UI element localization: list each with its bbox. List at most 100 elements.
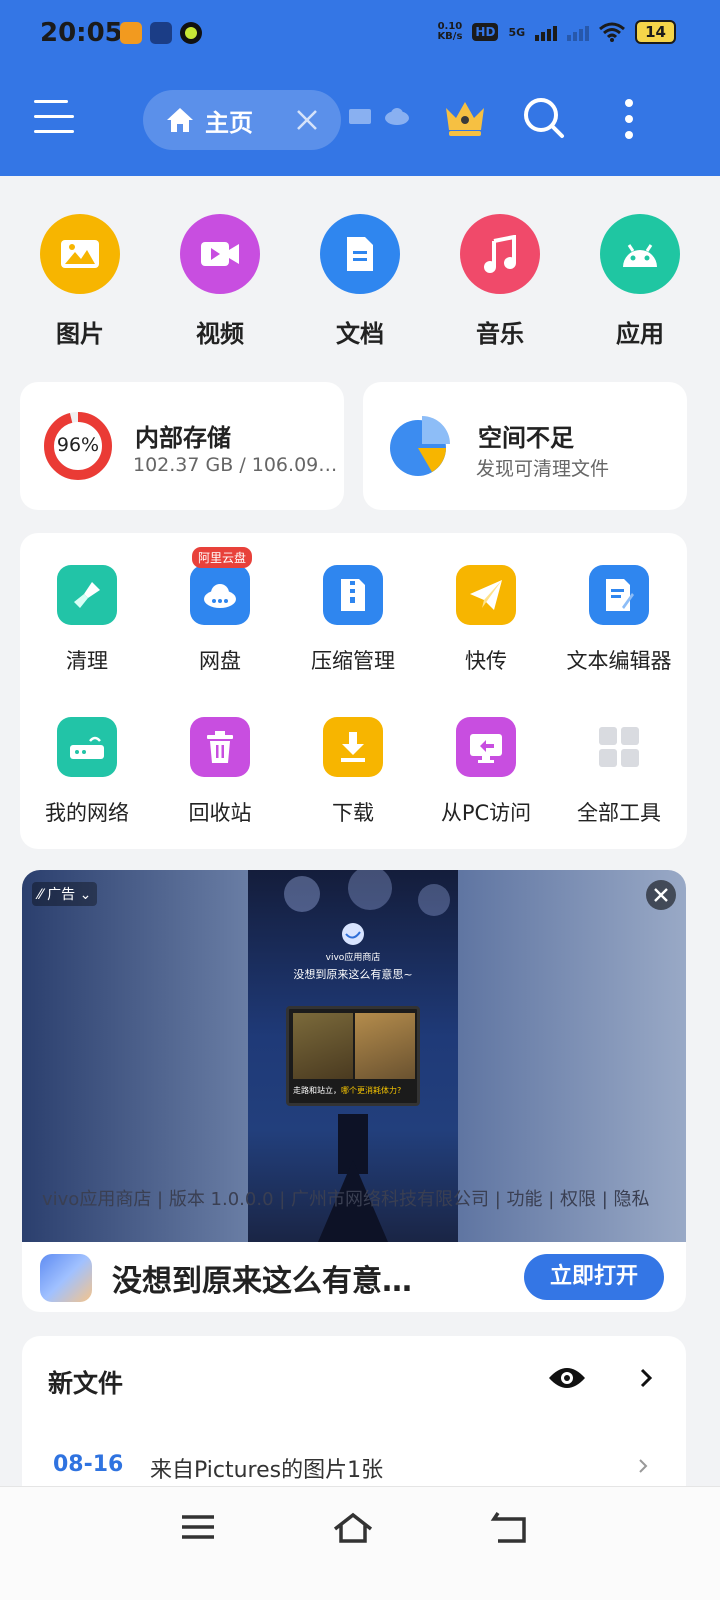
ad-label[interactable]: ⁄⁄ 广告 ⌄ <box>32 882 98 906</box>
eye-icon[interactable] <box>547 1364 587 1392</box>
list-item[interactable]: 08-16 来自Pictures的图片1张 <box>22 1448 686 1488</box>
video-icon <box>180 214 260 294</box>
text-editor-icon <box>589 565 649 625</box>
document-icon <box>320 214 400 294</box>
home-icon <box>167 108 193 132</box>
paper-plane-icon <box>456 565 516 625</box>
tool-label: 回收站 <box>188 801 252 825</box>
ad-close-button[interactable] <box>646 880 676 910</box>
tool-my-network[interactable]: 我的网络 <box>20 717 154 827</box>
tab-home[interactable]: 主页 <box>143 90 341 150</box>
category-videos[interactable]: 视频 <box>160 214 280 349</box>
tool-text-editor[interactable]: 文本编辑器 <box>552 565 686 675</box>
tool-download[interactable]: 下载 <box>286 717 420 827</box>
new-files-title: 新文件 <box>48 1369 124 1398</box>
tool-label: 网盘 <box>199 649 241 673</box>
hd-badge: HD <box>472 23 499 41</box>
tool-recycle-bin[interactable]: 回收站 <box>153 717 287 827</box>
top-app-bar: 20:05 0.10 KB/s HD 5G 14 主页 <box>0 0 720 176</box>
home-nav-icon[interactable] <box>331 1509 375 1545</box>
tool-all-tools[interactable]: 全部工具 <box>552 717 686 827</box>
pie-chart-icon <box>390 416 450 476</box>
poster-monitor: 走路和站立，哪个更消耗体力? <box>286 1006 420 1106</box>
tool-quick-transfer[interactable]: 快传 <box>419 565 553 675</box>
battery-icon: 14 <box>635 20 676 44</box>
tab-home-label: 主页 <box>205 108 253 137</box>
notification-dot-icon <box>180 22 202 44</box>
android-icon <box>600 214 680 294</box>
tool-label: 快传 <box>465 649 507 673</box>
storage-percent: 96% <box>56 434 100 456</box>
storage-detail: 102.37 GB / 106.09… <box>133 454 338 476</box>
back-icon[interactable] <box>488 1509 532 1545</box>
internal-storage-card[interactable]: 96% 内部存储 102.37 GB / 106.09… <box>20 382 344 510</box>
app-store-logo-icon <box>40 1254 92 1302</box>
chevron-down-icon: ⌄ <box>79 887 92 903</box>
category-label: 应用 <box>616 320 664 348</box>
zip-icon <box>323 565 383 625</box>
chevron-right-icon <box>639 1459 648 1473</box>
net-speed: 0.10 KB/s <box>437 22 462 42</box>
ad-image[interactable]: vivo应用商店 没想到原来这么有意思~ 走路和站立，哪个更消耗体力? ⁄⁄ 广… <box>22 870 686 1242</box>
category-images[interactable]: 图片 <box>20 214 140 349</box>
tool-label: 从PC访问 <box>440 801 532 825</box>
aliyun-badge: 阿里云盘 <box>192 547 253 568</box>
tools-panel: 清理 阿里云盘 网盘 压缩管理 快传 文本编辑器 我的网络 回收站 下载 从PC… <box>20 533 687 849</box>
tool-clean[interactable]: 清理 <box>20 565 154 675</box>
space-title: 空间不足 <box>478 424 574 452</box>
menu-button[interactable] <box>34 100 74 136</box>
storage-title: 内部存储 <box>135 424 231 452</box>
recent-apps-icon[interactable] <box>176 1509 220 1545</box>
tool-label: 我的网络 <box>45 801 129 825</box>
music-icon <box>460 214 540 294</box>
poster-caption-b: 哪个更消耗体力? <box>341 1086 402 1095</box>
file-date: 08-16 <box>53 1452 124 1477</box>
category-documents[interactable]: 文档 <box>300 214 420 349</box>
broom-icon <box>57 565 117 625</box>
image-icon <box>40 214 120 294</box>
net-speed-unit: KB/s <box>437 31 463 42</box>
tab-overflow-icons[interactable] <box>348 106 410 126</box>
chevron-right-icon[interactable] <box>636 1364 656 1392</box>
more-options-icon[interactable] <box>622 98 636 140</box>
category-apps[interactable]: 应用 <box>580 214 700 349</box>
all-tools-icon <box>589 717 649 777</box>
pc-access-icon <box>456 717 516 777</box>
open-now-button[interactable]: 立即打开 <box>524 1254 664 1300</box>
tool-pc-access[interactable]: 从PC访问 <box>419 717 553 827</box>
search-icon[interactable] <box>522 96 566 140</box>
ad-app-info[interactable]: vivo应用商店 | 版本 1.0.0.0 | 广州市网络科技有限公司 | 功能… <box>42 1186 672 1214</box>
ad-logo-icon: ⁄⁄ <box>38 887 43 903</box>
book-icon <box>349 109 371 124</box>
tool-compress[interactable]: 压缩管理 <box>286 565 420 675</box>
poster-store-name: vivo应用商店 <box>325 953 381 963</box>
ad-footer: 没想到原来这么有意… 立即打开 <box>22 1242 686 1312</box>
cloud-icon <box>385 108 409 125</box>
tool-cloud-drive[interactable]: 阿里云盘 网盘 <box>153 547 287 675</box>
poster-caption: 走路和站立，哪个更消耗体力? <box>293 1085 417 1096</box>
poster-headline: 没想到原来这么有意思~ <box>293 968 413 981</box>
status-bar: 20:05 0.10 KB/s HD 5G 14 <box>0 0 720 66</box>
notification-app-icon <box>120 22 142 44</box>
vip-crown-icon[interactable] <box>443 98 487 138</box>
ad-banner[interactable]: vivo应用商店 没想到原来这么有意思~ 走路和站立，哪个更消耗体力? ⁄⁄ 广… <box>22 870 686 1312</box>
category-label: 图片 <box>56 320 104 348</box>
tool-label: 文本编辑器 <box>566 649 672 673</box>
router-icon <box>57 717 117 777</box>
cloud-drive-icon: 阿里云盘 <box>190 547 253 625</box>
tool-label: 压缩管理 <box>311 649 395 673</box>
tool-label: 下载 <box>332 801 374 825</box>
space-subtitle: 发现可清理文件 <box>476 458 610 480</box>
poster-image-left <box>293 1013 353 1079</box>
category-label: 文档 <box>336 320 384 348</box>
ad-headline: 没想到原来这么有意… <box>112 1264 412 1299</box>
file-description: 来自Pictures的图片1张 <box>150 1458 384 1483</box>
download-icon <box>323 717 383 777</box>
notification-leaf-icon <box>150 22 172 44</box>
category-music[interactable]: 音乐 <box>440 214 560 349</box>
close-tab-icon[interactable] <box>295 108 319 132</box>
poster-caption-a: 走路和站立， <box>293 1086 341 1095</box>
category-label: 音乐 <box>476 320 524 348</box>
signal-icon <box>535 23 558 41</box>
ad-tag-text: 广告 <box>47 887 76 903</box>
